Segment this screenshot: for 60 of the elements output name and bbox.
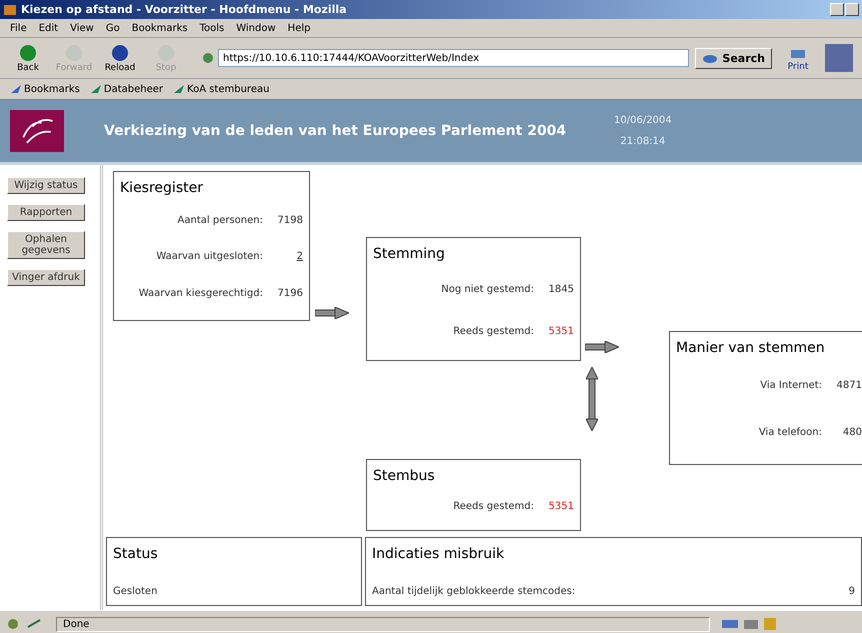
field-label: Waarvan kiesgerechtigd:	[138, 288, 263, 300]
count-value: 5351	[548, 500, 574, 512]
minimize-button[interactable]	[830, 3, 844, 16]
maximize-button[interactable]	[845, 3, 859, 16]
right-arrow	[315, 307, 349, 319]
logo-icon	[10, 110, 64, 152]
time-text: 21:08:14	[620, 136, 666, 147]
menu-item[interactable]: Bookmarks	[132, 22, 188, 34]
toolbar-button[interactable]: Back	[8, 43, 48, 73]
bookmark-icon	[10, 84, 22, 94]
sidebar-button[interactable]: Vinger afdruk	[7, 269, 85, 286]
field-label: Reeds gestemd:	[453, 326, 534, 336]
bookmark-link[interactable]: Databeheer	[90, 84, 164, 94]
panel-title: Status	[113, 546, 159, 562]
bookmark-icon	[90, 84, 102, 94]
menu-item[interactable]: Window	[236, 22, 276, 34]
count-value: 7196	[276, 288, 303, 300]
field-label: Nog niet gestemd:	[441, 284, 534, 294]
panel-title: Stembus	[373, 468, 436, 484]
panel-title: Stemming	[373, 246, 446, 262]
count-value: 5351	[548, 326, 574, 336]
sidebar-button[interactable]: Rapporten	[7, 204, 85, 221]
count-value: 4871	[836, 380, 862, 391]
menu-item[interactable]: Go	[106, 22, 120, 34]
menu-item[interactable]: Edit	[38, 22, 58, 34]
vertical-arrow	[586, 367, 598, 431]
count-value: 7198	[276, 214, 303, 226]
field-label: Via telefoon:	[758, 427, 822, 438]
bookmark-link[interactable]: Bookmarks	[10, 84, 80, 94]
sidebar-button[interactable]: Ophalen gegevens	[7, 231, 85, 259]
field-label: Aantal personen:	[178, 214, 263, 226]
panel-title: Indicaties misbruik	[372, 546, 506, 562]
window-title: Kiezen op afstand - Voorzitter - Hoofdmenu - Mozilla	[21, 3, 348, 16]
search-button[interactable]: Search	[695, 48, 772, 68]
print-button[interactable]: Print	[778, 44, 818, 72]
bookmark-link[interactable]: KoA stembureau	[173, 84, 270, 94]
right-arrow	[585, 341, 619, 353]
page-title: Verkiezing van de leden van het Europees Parlement 2004	[104, 123, 568, 139]
sidebar-button[interactable]: Wijzig status	[7, 177, 85, 194]
date-text: 10/06/2004	[614, 115, 672, 126]
status-value: Gesloten	[113, 586, 158, 597]
panel-title: Kiesregister	[120, 180, 204, 196]
count-link[interactable]: 2	[275, 251, 303, 262]
menu-item[interactable]: Help	[288, 22, 310, 34]
address-field[interactable]: https://10.10.6.110:17444/KOAVoorzitterWeb/Index	[218, 49, 690, 67]
app-icon	[4, 4, 16, 14]
menu-item[interactable]: Tools	[200, 22, 224, 34]
menu-item[interactable]: File	[10, 22, 27, 34]
count-value: 9	[848, 586, 855, 597]
menu-item[interactable]: View	[70, 22, 94, 34]
count-value: 1845	[548, 284, 574, 294]
toolbar-button[interactable]: Reload	[100, 43, 140, 73]
panel-title: Manier van stemmen	[676, 340, 826, 356]
field-label: Reeds gestemd:	[453, 500, 534, 512]
status-text: Done	[56, 616, 710, 632]
count-value: 480	[842, 427, 862, 438]
field-label: Aantal tijdelijk geblokkeerde stemcodes:	[372, 586, 576, 597]
field-label: Via Internet:	[760, 380, 822, 391]
field-label: Waarvan uitgesloten:	[156, 251, 263, 262]
bookmark-icon	[173, 84, 186, 94]
